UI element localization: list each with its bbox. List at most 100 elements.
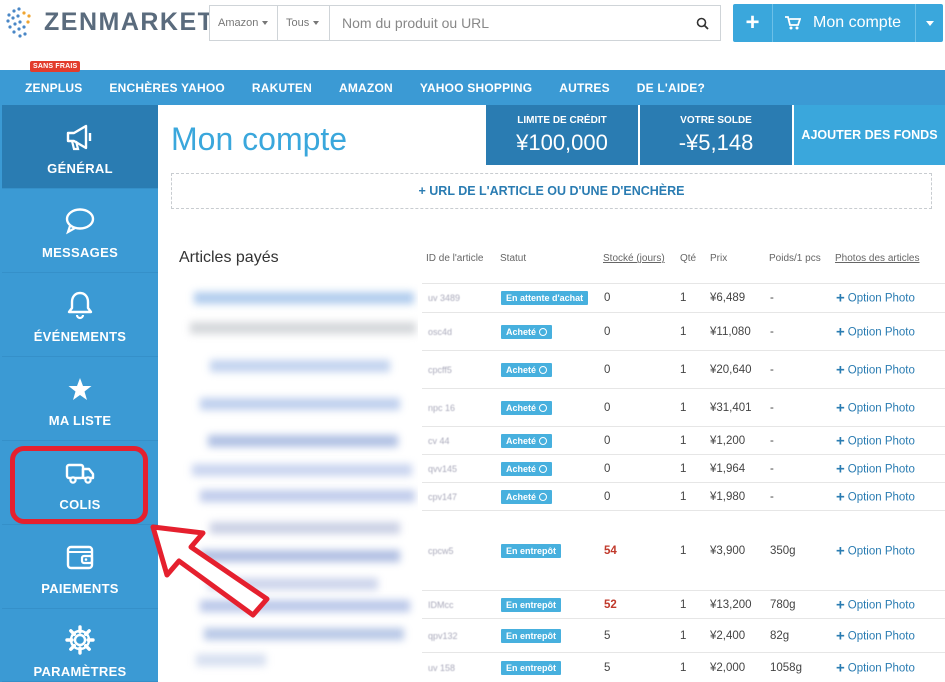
option-photo-link[interactable]: + Option Photo	[836, 460, 915, 477]
table-row: npc 16 Acheté 0 1 ¥31,401 - + Option Photo	[422, 388, 945, 426]
sidebar-item-label: PARAMÈTRES	[33, 664, 127, 679]
search-input[interactable]	[330, 6, 684, 40]
sidebar-item-messages[interactable]: MESSAGES	[2, 189, 158, 273]
sidebar-item-label: PAIEMENTS	[41, 581, 119, 596]
option-photo-label: Option Photo	[847, 599, 915, 611]
quantity: 1	[680, 434, 687, 447]
option-photo-link[interactable]: + Option Photo	[836, 290, 915, 307]
item-id[interactable]: npc 16	[428, 403, 455, 413]
stock-days: 0	[604, 462, 611, 475]
table-row: cpv147 Acheté 0 1 ¥1,980 - + Option Photo	[422, 482, 945, 510]
nav-item-yahoo-auctions[interactable]: ENCHÈRES YAHOO	[109, 81, 225, 95]
account-dropdown-toggle[interactable]	[915, 4, 943, 42]
status-label: En attente d'achat	[506, 293, 584, 303]
option-photo-link[interactable]: + Option Photo	[836, 323, 915, 340]
item-id[interactable]: cv 44	[428, 436, 450, 446]
sidebar: GÉNÉRAL MESSAGES ÉVÉNEMENTS MA LISTE COL…	[0, 105, 158, 682]
credit-limit-panel: LIMITE DE CRÉDIT ¥100,000	[486, 105, 638, 165]
option-photo-label: Option Photo	[847, 463, 915, 475]
weight: 350g	[770, 544, 796, 557]
option-photo-link[interactable]: + Option Photo	[836, 488, 915, 505]
option-photo-label: Option Photo	[847, 364, 915, 376]
option-photo-link[interactable]: + Option Photo	[836, 659, 915, 676]
item-id[interactable]: cpcw5	[428, 546, 454, 556]
nav-item-others[interactable]: AUTRES	[559, 81, 610, 95]
free-badge: SANS FRAIS	[30, 60, 81, 72]
price: ¥2,400	[710, 629, 746, 642]
sidebar-item-payments[interactable]: PAIEMENTS	[2, 525, 158, 609]
category-select[interactable]: Tous	[278, 6, 330, 40]
price: ¥20,640	[710, 363, 752, 376]
chat-bubble-icon	[65, 208, 95, 235]
cart-icon	[785, 16, 801, 30]
account-button[interactable]: Mon compte	[773, 4, 915, 42]
item-id[interactable]: qpv132	[428, 631, 458, 641]
logo-text: ZENMARKET	[44, 7, 215, 36]
nav-item-amazon[interactable]: AMAZON	[339, 81, 393, 95]
quantity: 1	[680, 629, 687, 642]
nav-item-yahoo-shopping[interactable]: YAHOO SHOPPING	[420, 81, 532, 95]
credit-limit-value: ¥100,000	[516, 129, 608, 155]
weight: -	[770, 434, 774, 447]
option-photo-link[interactable]: + Option Photo	[836, 432, 915, 449]
search-bar: Amazon Tous	[209, 5, 721, 41]
option-photo-link[interactable]: + Option Photo	[836, 361, 915, 378]
status-badge: En entrepôt	[501, 597, 562, 612]
option-photo-label: Option Photo	[847, 491, 915, 503]
option-photo-link[interactable]: + Option Photo	[836, 542, 915, 559]
option-photo-link[interactable]: + Option Photo	[836, 627, 915, 644]
item-id[interactable]: uv 158	[428, 663, 455, 673]
price: ¥11,080	[710, 325, 751, 338]
item-id[interactable]: uv 3489	[428, 293, 460, 303]
quantity: 1	[680, 544, 687, 557]
item-id[interactable]: cpv147	[428, 492, 457, 502]
credit-limit-label: LIMITE DE CRÉDIT	[517, 114, 607, 126]
add-item-url-button[interactable]: + URL DE L'ARTICLE OU D'UNE D'ENCHÈRE	[171, 173, 932, 209]
sidebar-item-label: MESSAGES	[41, 245, 119, 260]
status-label: En entrepôt	[506, 545, 557, 556]
sidebar-item-label: MA LISTE	[48, 413, 112, 428]
option-photo-label: Option Photo	[847, 545, 915, 557]
price: ¥13,200	[710, 598, 752, 611]
wallet-icon	[66, 545, 94, 570]
sidebar-item-settings[interactable]: PARAMÈTRES	[2, 609, 158, 682]
price: ¥1,980	[710, 490, 746, 503]
quantity: 1	[680, 490, 687, 503]
table-row: uv 3489 En attente d'achat 0 1 ¥6,489 - + Optio…	[422, 283, 945, 312]
table-row: cpcff5 Acheté 0 1 ¥20,640 - + Option Photo	[422, 350, 945, 388]
balance-panel: VOTRE SOLDE -¥5,148	[640, 105, 792, 165]
item-id[interactable]: cpcff5	[428, 365, 452, 375]
stock-days: 52	[604, 598, 617, 611]
table-row: IDMcc En entrepôt 52 1 ¥13,200 780g + Option Ph…	[422, 590, 945, 618]
nav-item-zenplus[interactable]: SANS FRAIS ZENPLUS	[25, 60, 82, 95]
column-header-status: Statut	[500, 253, 527, 264]
sidebar-item-my-list[interactable]: MA LISTE	[2, 357, 158, 441]
status-badge: Acheté	[501, 461, 553, 476]
sidebar-item-general[interactable]: GÉNÉRAL	[2, 105, 158, 189]
nav-item-help[interactable]: DE L'AIDE?	[637, 81, 705, 95]
add-button[interactable]: +	[733, 4, 773, 42]
option-photo-link[interactable]: + Option Photo	[836, 596, 915, 613]
price: ¥6,489	[710, 292, 746, 304]
logo[interactable]: ZENMARKET	[4, 5, 214, 39]
source-select[interactable]: Amazon	[210, 6, 278, 40]
weight: -	[770, 325, 774, 338]
item-id[interactable]: IDMcc	[428, 600, 454, 610]
column-header-stock[interactable]: Stocké (jours)	[603, 253, 665, 264]
option-photo-link[interactable]: + Option Photo	[836, 399, 915, 416]
column-header-id: ID de l'article	[426, 253, 484, 264]
plus-icon: +	[745, 9, 760, 36]
item-id[interactable]: osc4d	[428, 327, 452, 337]
gear-icon	[65, 625, 95, 655]
status-label: En entrepôt	[506, 662, 557, 673]
add-funds-button[interactable]: AJOUTER DES FONDS	[794, 105, 945, 165]
nav-item-rakuten[interactable]: RAKUTEN	[252, 81, 312, 95]
item-id[interactable]: qvv145	[428, 464, 457, 474]
plus-icon: +	[836, 399, 845, 416]
search-button[interactable]	[684, 6, 720, 40]
sidebar-item-events[interactable]: ÉVÉNEMENTS	[2, 273, 158, 357]
zenmarket-logo-icon	[6, 7, 31, 38]
quantity: 1	[680, 363, 687, 376]
section-title: Articles payés	[179, 249, 279, 266]
option-photo-label: Option Photo	[847, 435, 915, 447]
